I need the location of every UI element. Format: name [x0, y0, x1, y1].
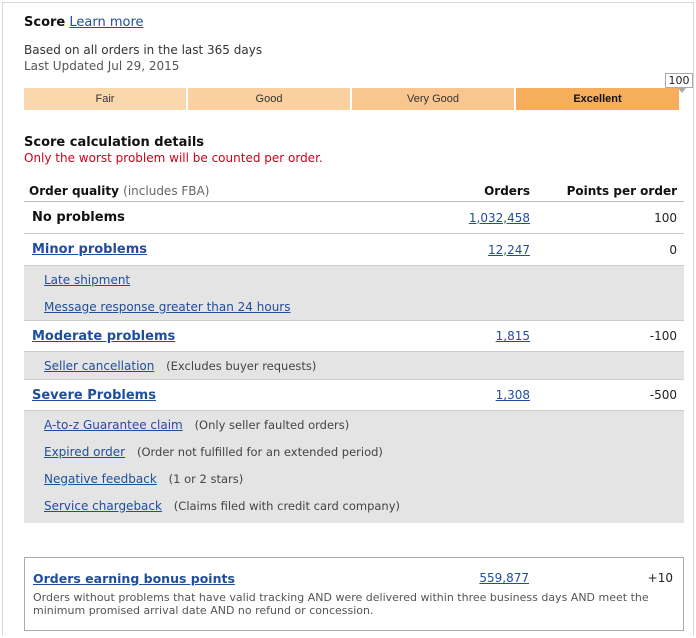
- list-item: A-to-z Guarantee claim (Only seller faul…: [24, 411, 684, 438]
- based-on-text: Based on all orders in the last 365 days: [24, 43, 263, 57]
- table-row-severe: Severe Problems 1,308 -500: [24, 379, 684, 411]
- list-item: Message response greater than 24 hours: [24, 293, 684, 320]
- header-order-quality-note: (includes FBA): [123, 183, 210, 198]
- late-shipment-link[interactable]: Late shipment: [44, 273, 130, 287]
- header-orders: Orders: [484, 183, 530, 198]
- severe-problems-link[interactable]: Severe Problems: [24, 388, 424, 403]
- score-label: Score: [24, 15, 66, 30]
- seller-cancellation-link[interactable]: Seller cancellation: [44, 359, 154, 373]
- bonus-points-link[interactable]: Orders earning bonus points: [33, 571, 235, 586]
- no-problems-points: 100: [654, 210, 677, 225]
- score-segment-fair: Fair: [24, 88, 186, 110]
- calculation-note: Only the worst problem will be counted p…: [24, 151, 323, 165]
- moderate-subitems: Seller cancellation (Excludes buyer requ…: [24, 352, 684, 379]
- table-row-minor: Minor problems 12,247 0: [24, 234, 684, 266]
- bonus-points-value: +10: [647, 571, 673, 585]
- bonus-points-box: Orders earning bonus points 559,877 +10 …: [24, 557, 684, 631]
- score-heading: Score Learn more: [24, 15, 144, 30]
- list-item: Expired order (Order not fulfilled for a…: [24, 438, 684, 465]
- no-problems-orders-link[interactable]: 1,032,458: [469, 211, 530, 225]
- minor-subitems: Late shipment Message response greater t…: [24, 266, 684, 320]
- score-segment-very-good: Very Good: [352, 88, 514, 110]
- severe-subitems: A-to-z Guarantee claim (Only seller faul…: [24, 411, 684, 523]
- negative-feedback-link[interactable]: Negative feedback: [44, 472, 157, 486]
- minor-orders-link[interactable]: 12,247: [488, 243, 530, 257]
- score-bar: Fair Good Very Good Excellent: [24, 88, 681, 110]
- a-to-z-claim-link[interactable]: A-to-z Guarantee claim: [44, 418, 183, 432]
- list-item: Negative feedback (1 or 2 stars): [24, 465, 684, 492]
- header-order-quality: Order quality: [29, 183, 119, 198]
- bonus-row: Orders earning bonus points 559,877 +10: [33, 571, 673, 586]
- moderate-orders-link[interactable]: 1,815: [496, 329, 530, 343]
- moderate-points: -100: [649, 329, 677, 343]
- table-header: Order quality (includes FBA) Orders Poin…: [24, 180, 684, 202]
- severe-points: -500: [649, 388, 677, 402]
- score-segment-good: Good: [188, 88, 350, 110]
- score-value-badge: 100: [665, 73, 693, 93]
- table-row-moderate: Moderate problems 1,815 -100: [24, 320, 684, 352]
- negative-feedback-note: (1 or 2 stars): [168, 471, 244, 486]
- service-chargeback-link[interactable]: Service chargeback: [44, 499, 162, 513]
- expired-order-note: (Order not fulfilled for an extended per…: [136, 444, 383, 459]
- a-to-z-claim-note: (Only seller faulted orders): [194, 417, 350, 432]
- list-item: Seller cancellation (Excludes buyer requ…: [24, 352, 684, 379]
- score-table: Order quality (includes FBA) Orders Poin…: [24, 180, 684, 523]
- minor-points: 0: [669, 242, 677, 257]
- moderate-problems-link[interactable]: Moderate problems: [24, 329, 424, 344]
- last-updated-text: Last Updated Jul 29, 2015: [24, 59, 180, 73]
- service-chargeback-note: (Claims filed with credit card company): [173, 498, 400, 513]
- score-segment-excellent: Excellent: [516, 88, 679, 110]
- seller-cancellation-note: (Excludes buyer requests): [166, 358, 317, 373]
- expired-order-link[interactable]: Expired order: [44, 445, 125, 459]
- table-row-no-problems: No problems 1,032,458 100: [24, 202, 684, 234]
- header-points: Points per order: [566, 183, 677, 198]
- bonus-description: Orders without problems that have valid …: [33, 591, 649, 617]
- learn-more-link[interactable]: Learn more: [69, 15, 143, 30]
- list-item: Late shipment: [24, 266, 684, 293]
- list-item: Service chargeback (Claims filed with cr…: [24, 492, 684, 519]
- bonus-orders-link[interactable]: 559,877: [479, 571, 529, 585]
- message-response-link[interactable]: Message response greater than 24 hours: [44, 300, 291, 314]
- severe-orders-link[interactable]: 1,308: [496, 388, 530, 402]
- calculation-title: Score calculation details: [24, 135, 205, 150]
- minor-problems-link[interactable]: Minor problems: [24, 242, 424, 257]
- no-problems-label: No problems: [32, 210, 125, 225]
